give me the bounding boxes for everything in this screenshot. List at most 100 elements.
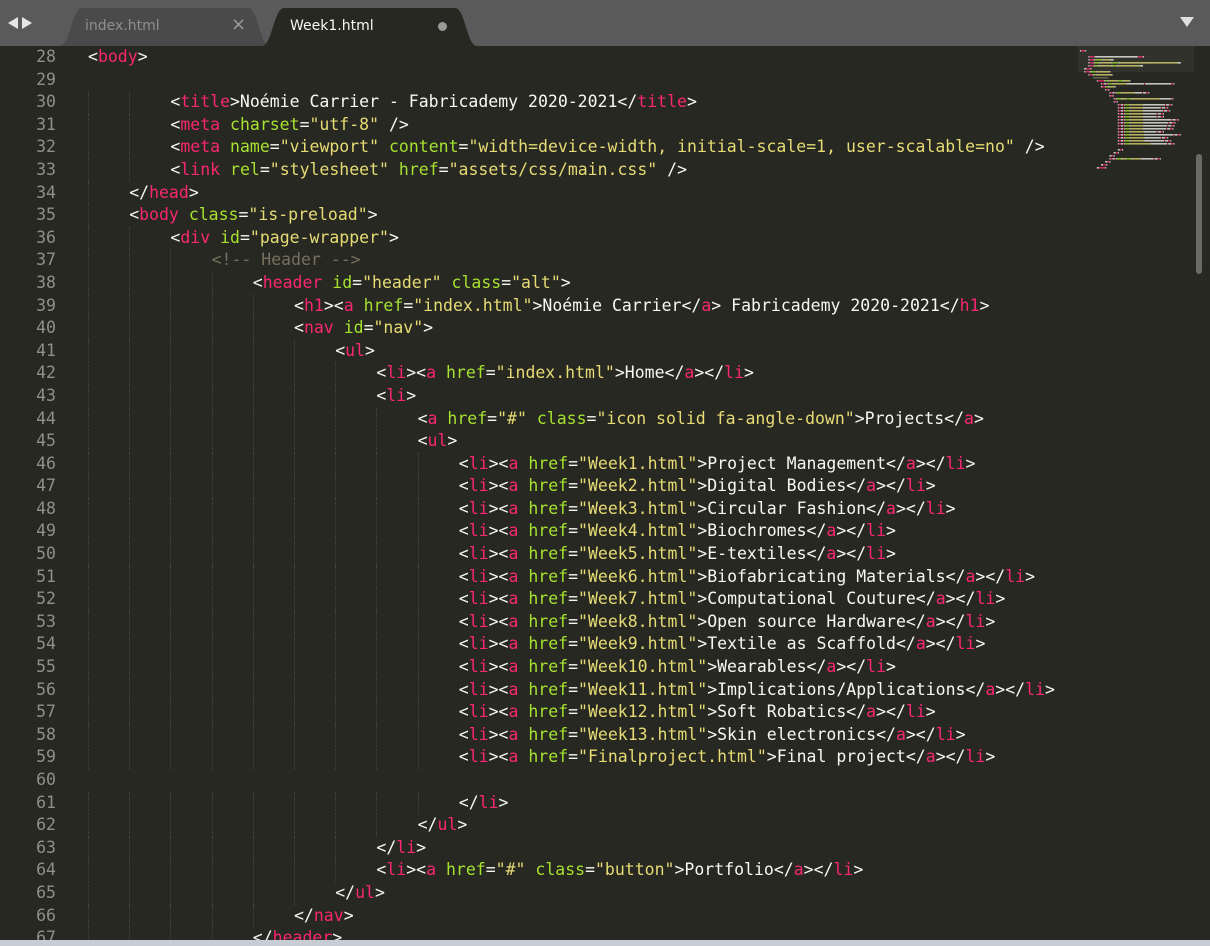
code-line[interactable]: 30 <title>Noémie Carrier - Fabricademy 20… xyxy=(0,91,1080,114)
code-line[interactable]: 37 <!-- Header --> xyxy=(0,249,1080,272)
code-line[interactable]: 48 <li><a href="Week3.html">Circular Fash… xyxy=(0,497,1080,521)
code-line[interactable]: 36 <div id="page-wrapper"> xyxy=(0,226,1080,250)
code-token: "utf-8" xyxy=(309,114,380,134)
minimap-stroke xyxy=(1103,164,1107,166)
code-token: >< xyxy=(488,724,509,744)
minimap-stroke xyxy=(1129,143,1131,145)
indent-guide xyxy=(252,746,254,769)
indent-guide xyxy=(211,836,213,860)
indent-guide xyxy=(335,452,337,476)
minimap-stroke xyxy=(1143,92,1147,94)
vertical-scrollbar[interactable] xyxy=(1196,154,1202,274)
minimap-stroke xyxy=(1129,122,1131,124)
code-token: name xyxy=(230,137,270,157)
code-line[interactable]: 38 <header id="header" class="alt"> xyxy=(0,271,1080,295)
code-line[interactable]: 46 <li><a href="Week1.html">Project Manag… xyxy=(0,452,1080,476)
code-line[interactable]: 49 <li><a href="Week4.html">Biochromes</a… xyxy=(0,520,1080,544)
code-line[interactable]: 56 <li><a href="Week11.html">Implications… xyxy=(0,678,1080,702)
code-editor[interactable]: 28 <body> 29 30 <title>Noémie Carrier - Fabr… xyxy=(0,46,1210,946)
code-token: a xyxy=(508,702,519,722)
code-line[interactable]: 34 </head> xyxy=(0,181,1080,205)
code-line[interactable]: 33 <link rel="stylesheet" href="assets/cs… xyxy=(0,158,1080,182)
code-line[interactable]: 29 xyxy=(0,69,1080,92)
code-token: >Project Management</ xyxy=(697,453,906,473)
code-line[interactable]: 66 </nav> xyxy=(0,904,1080,928)
code-token: = xyxy=(568,611,579,631)
code-line[interactable]: 43 <li> xyxy=(0,384,1080,408)
code-line[interactable]: 47 <li><a href="Week2.html">Digital Bodie… xyxy=(0,475,1080,498)
code-line[interactable]: 55 <li><a href="Week10.html">Wearables</a… xyxy=(0,656,1080,679)
code-line[interactable]: 54 <li><a href="Week9.html">Textile as Sc… xyxy=(0,633,1080,657)
minimap-stroke xyxy=(1117,107,1119,109)
tab-index-html[interactable]: index.html × xyxy=(60,8,270,46)
minimap-stroke xyxy=(1141,92,1143,94)
minimap-stroke xyxy=(1165,137,1168,139)
indent-guide xyxy=(417,701,419,724)
code-line[interactable]: 42 <li><a href="index.html">Home</a></li> xyxy=(0,362,1080,385)
indent-guide xyxy=(129,317,131,340)
code-line[interactable]: 64 <li><a href="#" class="button">Portfol… xyxy=(0,859,1080,882)
tab-nav-arrows[interactable] xyxy=(8,12,32,34)
minimap-stroke xyxy=(1117,152,1119,154)
code-line[interactable]: 53 <li><a href="Week8.html">Open source H… xyxy=(0,610,1080,634)
code-line[interactable]: 41 <ul> xyxy=(0,339,1080,363)
minimap-stroke xyxy=(1129,107,1131,109)
minimap-stroke xyxy=(1096,167,1099,169)
code-line[interactable]: 39 <h1><a href="index.html">Noémie Carrie… xyxy=(0,294,1080,318)
tab-menu-chevron-down-icon[interactable] xyxy=(1180,17,1194,27)
minimap[interactable] xyxy=(1078,46,1194,946)
code-line[interactable]: 60 xyxy=(0,769,1080,792)
code-line[interactable]: 62 </ul> xyxy=(0,814,1080,837)
minimap-stroke xyxy=(1130,122,1143,124)
minimap-stroke xyxy=(1123,137,1125,139)
code-token: "Week10.html" xyxy=(578,657,708,677)
minimap-stroke xyxy=(1166,128,1168,130)
indent-guide xyxy=(170,452,172,476)
arrow-left-icon[interactable] xyxy=(8,17,18,29)
code-token: ul xyxy=(437,815,458,835)
minimap-stroke xyxy=(1105,89,1107,91)
minimap-stroke xyxy=(1096,80,1098,82)
code-line[interactable]: 51 <li><a href="Week6.html">Biofabricatin… xyxy=(0,565,1080,589)
code-line[interactable]: 59 <li><a href="Finalproject.html">Final … xyxy=(0,746,1080,769)
minimap-stroke xyxy=(1109,86,1115,88)
code-line[interactable]: 58 <li><a href="Week13.html">Skin electro… xyxy=(0,723,1080,747)
minimap-stroke xyxy=(1153,158,1155,160)
code-line[interactable]: 31 <meta charset="utf-8" /> xyxy=(0,113,1080,137)
code-line[interactable]: 35 <body class="is-preload"> xyxy=(0,204,1080,227)
code-token: li xyxy=(468,566,489,586)
minimap-viewport[interactable] xyxy=(1078,46,1194,72)
tab-week1-html[interactable]: Week1.html xyxy=(262,8,477,46)
dirty-dot-icon[interactable] xyxy=(438,22,447,31)
minimap-stroke xyxy=(1124,143,1126,145)
indent-guide xyxy=(211,588,213,611)
close-icon[interactable]: × xyxy=(231,14,246,35)
line-number: 55 xyxy=(36,657,56,677)
code-line[interactable]: 52 <li><a href="Week7.html">Computational… xyxy=(0,588,1080,611)
code-line[interactable]: 28 <body> xyxy=(0,46,1080,69)
code-token: > xyxy=(686,92,697,112)
code-line[interactable]: 44 <a href="#" class="icon solid fa-angle… xyxy=(0,407,1080,431)
minimap-stroke xyxy=(1118,119,1121,121)
minimap-stroke xyxy=(1116,98,1121,100)
code-token: < xyxy=(376,860,387,880)
minimap-stroke xyxy=(1157,113,1161,115)
arrow-right-icon[interactable] xyxy=(22,17,32,29)
minimap-stroke xyxy=(1115,152,1118,154)
indent-guide xyxy=(294,678,295,702)
code-line[interactable]: 32 <meta name="viewport" content="width=d… xyxy=(0,136,1080,159)
minimap-stroke xyxy=(1129,137,1131,139)
code-token: >< xyxy=(488,702,509,722)
code-token: href xyxy=(398,159,439,179)
code-line[interactable]: 63 </li> xyxy=(0,836,1080,860)
code-line[interactable]: 57 <li><a href="Week12.html">Soft Robatic… xyxy=(0,701,1080,724)
code-line[interactable]: 61 </li> xyxy=(0,791,1080,815)
code-token: id xyxy=(220,227,240,247)
code-token: id xyxy=(332,272,353,292)
code-line[interactable]: 45 <ul> xyxy=(0,430,1080,453)
code-line[interactable]: 50 <li><a href="Week5.html">E-textiles</a… xyxy=(0,543,1080,566)
status-bar xyxy=(0,940,1210,946)
code-line[interactable]: 65 </ul> xyxy=(0,881,1080,905)
code-line[interactable]: 40 <nav id="nav"> xyxy=(0,317,1080,340)
